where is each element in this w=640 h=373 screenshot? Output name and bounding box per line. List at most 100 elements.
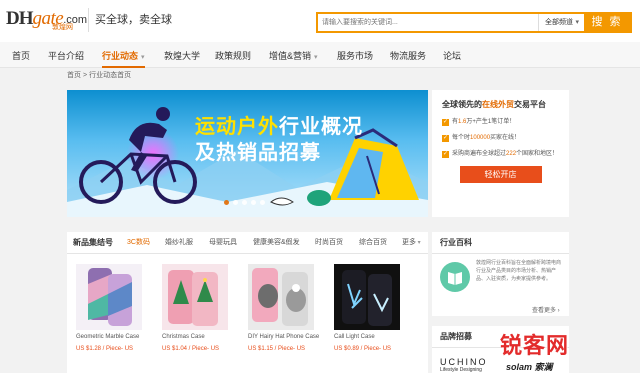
nav-item-university[interactable]: 敦煌大学 [164,42,200,68]
promo-item-text: 采购商遍布全球超过 [452,151,507,157]
product-price: US $1.15 / Piece- US [248,346,306,352]
dhgate-logo[interactable]: DH gate .com [6,8,87,32]
nav-item-logistics[interactable]: 物流服务 [390,42,426,68]
carousel-dot[interactable] [233,200,238,205]
tab-more[interactable]: 更多 ▾ [402,232,421,254]
promo-item-number: 1.6 [458,119,467,125]
tab-general[interactable]: 综合百货 [359,232,387,254]
tab-baby-toys[interactable]: 母婴玩具 [209,232,237,254]
phone-case-icon [342,270,392,326]
promo-item-text: 个国家和地区！ [516,151,559,157]
book-icon [440,262,470,292]
promo-title-a: 全球领先的 [442,100,482,109]
carousel-dot[interactable] [242,200,247,205]
promo-list: ✓ 有 1.6 万+产生1笔订单！ ✓ 每个时 100000 买家在线！ ✓ 采购商遍布全球超… [442,118,559,159]
promo-panel: 全球领先的在线外贸交易平台 ✓ 有 1.6 万+产生1笔订单！ ✓ 每个时 100000 买… [432,90,569,217]
tab-wedding[interactable]: 婚纱礼服 [165,232,193,254]
promo-item: ✓ 每个时 100000 买家在线！ [442,134,559,143]
search-button[interactable]: 搜 索 [584,14,630,31]
phone-case-icon [168,270,218,326]
product-card[interactable]: Call Light Case US $0.89 / Piece- US [334,264,414,352]
nav-item-platform[interactable]: 平台介绍 [48,42,84,68]
tent-icon [329,128,419,200]
promo-item-number: 100000 [470,135,491,141]
product-card[interactable]: Christmas Case US $1.04 / Piece- US [162,264,242,352]
check-icon: ✓ [442,135,449,142]
promo-item-number: 222 [506,151,517,157]
product-card[interactable]: DIY Hairy Hat Phone Case US $1.15 / Piec… [248,264,328,352]
product-image [334,264,400,330]
nav-item-policies[interactable]: 政策规则 [215,42,251,68]
search-bar: 全部频道 搜 索 [316,12,632,33]
product-image [162,264,228,330]
chevron-down-icon: ▾ [141,54,145,61]
category-tabs: 新品集结号 3C数码 婚纱礼服 母婴玩具 健康美容&假发 时尚百货 综合百货 更… [67,232,428,254]
banner-title: 运动户外行业概况 [195,110,363,139]
open-store-button[interactable]: 轻松开店 [459,166,542,183]
promo-item: ✓ 有 1.6 万+产生1笔订单！ [442,118,559,127]
watermark: 锐客网 [500,326,569,362]
wiki-title: 行业百科 [432,232,569,254]
watermark-text: 锐客网 [500,333,570,358]
product-name[interactable]: Call Light Case [334,334,414,341]
promo-title-b: 交易平台 [514,100,546,109]
brand-uchino[interactable]: UCHINO [440,357,488,367]
banner-title-rest: 行业概况 [279,116,363,138]
product-image [248,264,314,330]
promo-item-text: 万+产生1笔订单！ [466,119,516,125]
carousel-dots [224,200,265,205]
product-price: US $1.04 / Piece- US [162,346,220,352]
banner-title-highlight: 运动户外 [195,116,279,138]
nav-item-industry-news[interactable]: 行业动态 ▾ [102,42,145,68]
section-title: 新品集结号 [73,238,113,247]
breadcrumb-home[interactable]: 首页 [67,72,81,79]
nav-item-marketing-label: 增值&营销 [269,51,312,61]
top-header: DH gate .com 敦煌网 买全球，卖全球 全部频道 搜 索 [0,0,640,42]
wiki-description: 敦煌网行业百科旨在全面解析跨境电商行业及产品类目的市场分析、热销产品、入驻资质，… [476,260,562,282]
new-products-section: 新品集结号 3C数码 婚纱礼服 母婴玩具 健康美容&假发 时尚百货 综合百货 更… [67,232,428,373]
brand-uchino-subtitle: Lifestyle Designing [440,367,482,373]
logo-dh: DH [6,8,33,29]
promo-title: 全球领先的在线外贸交易平台 [442,99,559,110]
industry-wiki-panel: 行业百科 敦煌网行业百科旨在全面解析跨境电商行业及产品类目的市场分析、热销产品、… [432,232,569,316]
logo-subtitle: 敦煌网 [52,24,73,31]
nav-item-home[interactable]: 首页 [12,42,30,68]
check-icon: ✓ [442,151,449,158]
breadcrumb-current: 行业动态首页 [89,72,132,79]
promo-item-text: 每个时 [452,135,471,141]
product-card[interactable]: Geometric Marble Case US $1.28 / Piece- … [76,264,156,352]
chevron-down-icon: ▾ [416,240,421,246]
slogan: 买全球，卖全球 [88,8,172,32]
tab-more-label: 更多 [402,239,416,246]
product-name[interactable]: DIY Hairy Hat Phone Case [248,334,328,341]
product-price: US $0.89 / Piece- US [334,346,392,352]
breadcrumb-separator: > [83,72,88,79]
tab-fashion[interactable]: 时尚百货 [315,232,343,254]
banner-subtitle: 及热销品招募 [195,142,321,164]
product-name[interactable]: Geometric Marble Case [76,334,156,341]
wiki-more-link[interactable]: 查看更多 › [532,305,560,314]
check-icon: ✓ [442,119,449,126]
chevron-down-icon: ▾ [314,54,318,61]
promo-item: ✓ 采购商遍布全球超过 222 个国家和地区！ [442,150,559,159]
carousel-dot[interactable] [260,200,265,205]
breadcrumb: 首页 > 行业动态首页 [67,71,131,81]
nav-item-service-market[interactable]: 服务市场 [337,42,373,68]
promo-title-highlight: 在线外贸 [482,100,514,109]
nav-item-forum[interactable]: 论坛 [443,42,461,68]
tab-3c-digital[interactable]: 3C数码 [127,232,150,254]
product-name[interactable]: Christmas Case [162,334,242,341]
product-price: US $1.28 / Piece- US [76,346,134,352]
product-image [76,264,142,330]
tab-beauty-hair[interactable]: 健康美容&假发 [253,232,300,254]
carousel-dot[interactable] [224,200,229,205]
phone-case-icon [252,268,308,326]
hero-banner[interactable]: 运动户外行业概况 及热销品招募 [67,90,428,217]
search-category-select[interactable]: 全部频道 [538,14,584,31]
nav-item-marketing[interactable]: 增值&营销 ▾ [269,42,318,68]
search-input[interactable] [318,14,538,31]
promo-item-text: 买家在线！ [490,135,521,141]
nav-item-industry-news-label: 行业动态 [102,51,139,61]
phone-case-icon [88,268,132,326]
carousel-dot[interactable] [251,200,256,205]
